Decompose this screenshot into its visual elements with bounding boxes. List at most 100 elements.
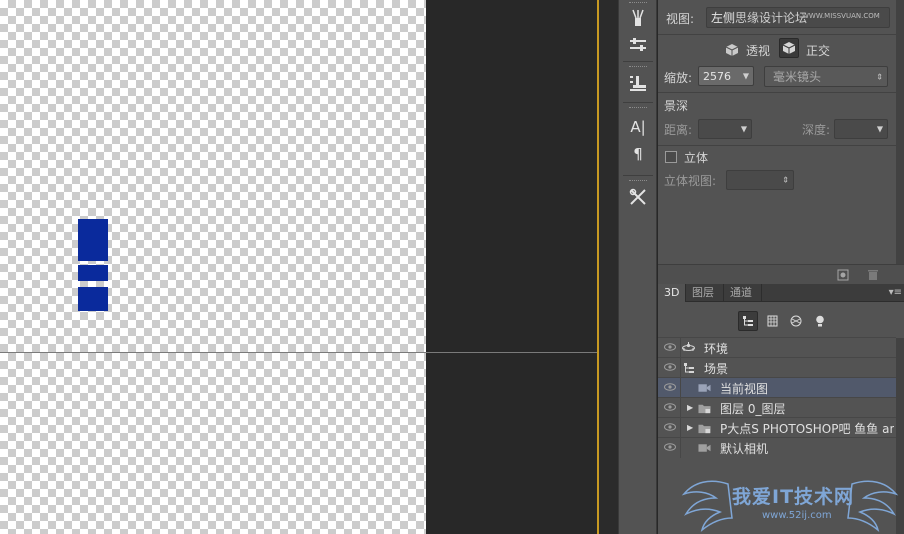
tab-layers[interactable]: 图层 <box>686 284 724 302</box>
document-canvas-bottom[interactable] <box>0 353 426 534</box>
folder-icon <box>698 402 711 414</box>
dock-grip[interactable] <box>629 66 647 68</box>
paragraph-icon[interactable]: ¶ <box>627 143 649 165</box>
view-label: 视图: <box>666 12 695 26</box>
scene-row-mesh[interactable]: ▶ P大点S PHOTOSHOP吧 鱼鱼 an... <box>658 417 896 438</box>
light-filter-icon[interactable] <box>810 311 830 331</box>
perspective-label[interactable]: 透视 <box>746 42 770 59</box>
material-filter-icon[interactable] <box>786 311 806 331</box>
row-separator <box>680 378 681 398</box>
chevron-down-icon[interactable]: ▼ <box>741 125 747 134</box>
lens-unit-select[interactable]: 毫米镜头 ⇕ <box>764 66 888 87</box>
corner-watermark: WWW.MISSVUAN.COM <box>802 12 880 20</box>
properties-footer <box>658 264 904 284</box>
expand-triangle-icon[interactable]: ▶ <box>687 422 695 434</box>
view-value: 左侧 <box>711 11 736 25</box>
canvas-workspace[interactable] <box>0 0 598 534</box>
3d-object-part[interactable] <box>78 265 108 281</box>
perspective-cube-icon[interactable] <box>724 42 740 58</box>
render-icon[interactable] <box>836 268 850 282</box>
visibility-eye-icon[interactable] <box>664 403 676 411</box>
trash-icon[interactable] <box>866 268 880 282</box>
properties-scrollbar[interactable] <box>896 0 904 264</box>
scene-icon <box>682 362 695 374</box>
chevron-down-icon[interactable]: ▼ <box>743 72 749 81</box>
depth-of-field-heading: 景深 <box>664 99 689 113</box>
zoom-input[interactable]: 2576 ▼ <box>698 66 754 86</box>
row-separator <box>680 438 681 458</box>
distance-input[interactable]: ▼ <box>698 119 752 139</box>
expand-triangle-icon[interactable]: ▶ <box>687 402 695 414</box>
environment-icon <box>682 342 695 354</box>
section-divider <box>658 145 896 146</box>
depth-input[interactable]: ▼ <box>834 119 888 139</box>
scene-row-environment[interactable]: 环境 <box>658 337 896 358</box>
camera-properties: 视图: 左侧 思缘设计论坛 WWW.MISSVUAN.COM 透视 正交 缩放:… <box>658 0 896 266</box>
scene-row-current-view[interactable]: 当前视图 <box>658 377 896 398</box>
watermark-text: 我爱IT技术网 <box>732 486 855 508</box>
3d-object-part[interactable] <box>78 219 108 261</box>
zoom-label: 缩放: <box>664 71 693 85</box>
row-separator <box>680 338 681 358</box>
tool-separator <box>623 175 653 176</box>
mesh-filter-icon[interactable] <box>762 311 782 331</box>
tab-channels[interactable]: 通道 <box>724 284 762 302</box>
scene-filter-bar <box>658 303 904 337</box>
panel-dock-strip: A| ¶ <box>618 0 657 534</box>
scene-row-default-camera[interactable]: 默认相机 <box>658 437 896 458</box>
tools-icon[interactable] <box>627 186 649 208</box>
dock-grip[interactable] <box>629 2 647 4</box>
distance-label: 距离: <box>664 123 693 137</box>
visibility-eye-icon[interactable] <box>664 423 676 431</box>
scene-row-label: 默认相机 <box>720 442 769 456</box>
lens-unit-value: 毫米镜头 <box>773 70 822 84</box>
paragraph-glyph: ¶ <box>633 145 643 163</box>
stereo-view-label: 立体视图: <box>664 174 717 188</box>
adjust-icon[interactable] <box>627 34 649 56</box>
stamp-icon[interactable] <box>627 72 649 94</box>
scene-row-scene[interactable]: 场景 <box>658 357 896 378</box>
stereo-view-select[interactable]: ⇕ <box>726 170 794 190</box>
camera-icon <box>698 382 711 394</box>
row-separator <box>680 398 681 418</box>
visibility-eye-icon[interactable] <box>664 443 676 451</box>
scene-row-label: 图层 0_图层 <box>720 402 786 416</box>
scene-row-label: 环境 <box>704 342 729 356</box>
character-icon[interactable]: A| <box>627 116 649 138</box>
canvas-divider <box>0 352 598 353</box>
zoom-value: 2576 <box>703 69 731 83</box>
panel-menu-icon[interactable]: ▾≡ <box>889 284 902 302</box>
section-divider <box>658 34 896 35</box>
spinner-icon[interactable]: ⇕ <box>782 176 789 185</box>
visibility-eye-icon[interactable] <box>664 363 676 371</box>
stereo-checkbox[interactable] <box>665 151 677 163</box>
camera-icon <box>698 442 711 454</box>
view-overlay-text: 思缘设计论坛 <box>735 11 808 25</box>
orthographic-cube-icon[interactable] <box>779 38 799 58</box>
section-divider <box>658 92 896 93</box>
dock-grip[interactable] <box>629 180 647 182</box>
tool-separator <box>623 102 653 103</box>
3d-object-part[interactable] <box>78 287 108 311</box>
panel-gap <box>599 0 618 534</box>
orthographic-label[interactable]: 正交 <box>806 42 830 59</box>
depth-label: 深度: <box>802 123 831 137</box>
scene-row-label: P大点S PHOTOSHOP吧 鱼鱼 an... <box>720 422 894 436</box>
folder-icon <box>698 422 711 434</box>
dock-grip[interactable] <box>629 107 647 109</box>
spinner-icon[interactable]: ⇕ <box>876 72 883 81</box>
scene-filter-icon[interactable] <box>738 311 758 331</box>
document-canvas-top[interactable] <box>0 0 426 352</box>
row-separator <box>680 358 681 378</box>
panel-tab-bar: 3D 图层 通道 ▾≡ <box>658 284 904 302</box>
row-separator <box>680 418 681 438</box>
chevron-down-icon[interactable]: ▼ <box>877 125 883 134</box>
scene-row-label: 场景 <box>704 362 729 376</box>
tab-3d[interactable]: 3D <box>658 284 686 302</box>
scene-row-layer-0[interactable]: ▶ 图层 0_图层 <box>658 397 896 418</box>
visibility-eye-icon[interactable] <box>664 343 676 351</box>
watermark-url: www.52ij.com <box>762 510 832 521</box>
stereo-label[interactable]: 立体 <box>684 149 708 166</box>
brush-icon[interactable] <box>627 7 649 29</box>
visibility-eye-icon[interactable] <box>664 383 676 391</box>
